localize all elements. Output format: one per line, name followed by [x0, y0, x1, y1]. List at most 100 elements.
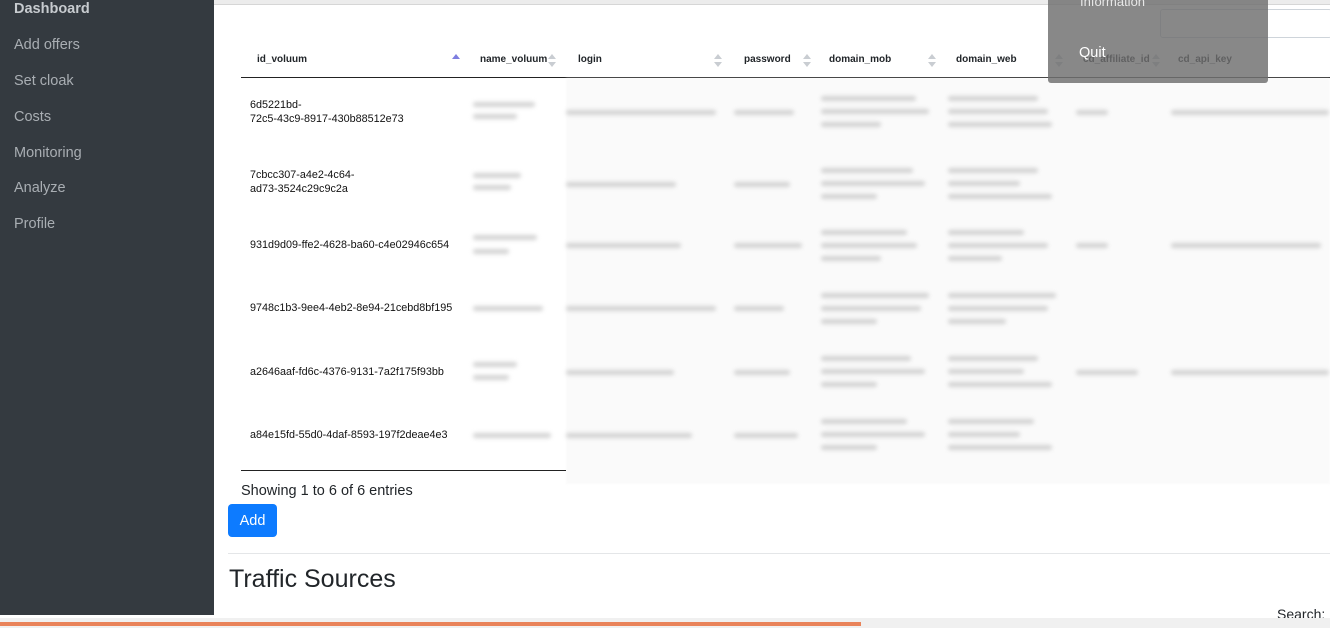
redacted-value	[1076, 370, 1138, 375]
redacted-value	[821, 109, 929, 114]
cell-text: 72c5-43c9-8917-430b88512e73	[250, 113, 404, 125]
redacted-value	[566, 370, 674, 375]
redacted-value	[948, 419, 1034, 424]
redacted-value	[473, 375, 509, 380]
redacted-value	[821, 356, 911, 361]
table-row: 7cbcc307-a4e2-4c64- ad73-3524c29c9c2a	[241, 152, 1330, 215]
column-label: login	[578, 54, 602, 65]
cell-id-voluum: a84e15fd-55d0-4daf-8593-197f2deae4e3	[250, 428, 465, 442]
redacted-value	[473, 362, 517, 367]
table-info: Showing 1 to 6 of 6 entries	[241, 483, 413, 499]
cell-text: 7cbcc307-a4e2-4c64-	[250, 169, 355, 181]
add-button[interactable]: Add	[228, 504, 277, 537]
sort-icon	[928, 54, 936, 68]
redacted-value	[948, 256, 1002, 261]
section-divider	[228, 553, 1330, 554]
sidebar: Dashboard Add offers Set cloak Costs Mon…	[0, 0, 214, 615]
cell-id-voluum: 6d5221bd- 72c5-43c9-8917-430b88512e73	[250, 98, 465, 126]
redacted-value	[948, 319, 1006, 324]
cell-text: 6d5221bd-	[250, 99, 302, 111]
cell-text: ad73-3524c29c9c2a	[250, 183, 348, 195]
sidebar-item-costs[interactable]: Costs	[14, 109, 51, 125]
column-header-id-voluum[interactable]: id_voluum	[257, 46, 462, 76]
column-label: domain_mob	[829, 54, 892, 65]
redacted-value	[821, 194, 877, 199]
column-label: password	[744, 54, 791, 65]
redacted-value	[821, 419, 907, 424]
redacted-value	[821, 168, 913, 173]
redacted-value	[948, 194, 1052, 199]
redacted-value	[1076, 110, 1108, 115]
redacted-value	[948, 96, 1038, 101]
redacted-value	[1171, 243, 1321, 248]
redacted-value	[734, 433, 798, 438]
redacted-value	[473, 249, 509, 254]
redacted-value	[948, 122, 1052, 127]
redacted-value	[566, 110, 716, 115]
redacted-value	[734, 306, 784, 311]
column-header-password[interactable]: password	[744, 46, 812, 76]
sort-icon	[548, 54, 556, 68]
redacted-value	[948, 445, 1052, 450]
column-header-domain-mob[interactable]: domain_mob	[829, 46, 937, 76]
redacted-value	[1171, 110, 1329, 115]
redacted-value	[734, 110, 794, 115]
menu-item-information[interactable]: Information	[1080, 0, 1145, 9]
redacted-value	[948, 243, 1048, 248]
sidebar-item-set-cloak[interactable]: Set cloak	[14, 73, 74, 89]
redacted-value	[1171, 370, 1329, 375]
redacted-value	[734, 370, 790, 375]
redacted-value	[473, 235, 537, 240]
redacted-value	[821, 432, 925, 437]
redacted-value	[473, 185, 511, 190]
redacted-value	[566, 433, 692, 438]
column-label: domain_web	[956, 54, 1017, 65]
redacted-value	[948, 369, 1024, 374]
redacted-value	[821, 445, 877, 450]
redacted-value	[473, 114, 517, 119]
redacted-value	[948, 181, 1020, 186]
redacted-value	[948, 293, 1056, 298]
redacted-value	[821, 230, 907, 235]
sidebar-item-profile[interactable]: Profile	[14, 216, 55, 232]
redacted-value	[948, 356, 1038, 361]
column-header-login[interactable]: login	[578, 46, 723, 76]
sidebar-item-analyze[interactable]: Analyze	[14, 180, 66, 196]
redacted-value	[821, 181, 925, 186]
redacted-value	[473, 173, 521, 178]
redacted-value	[948, 168, 1038, 173]
cell-text: a84e15fd-55d0-4daf-8593-197f2deae4e3	[250, 429, 448, 441]
table-row: 931d9d09-ffe2-4628-ba60-c4e02946c654	[241, 214, 1330, 277]
redacted-value	[821, 306, 921, 311]
user-dropdown-menu: Information Quit	[1048, 0, 1268, 83]
cell-id-voluum: 7cbcc307-a4e2-4c64- ad73-3524c29c9c2a	[250, 168, 465, 196]
column-label: name_voluum	[480, 54, 548, 65]
cell-text: 931d9d09-ffe2-4628-ba60-c4e02946c654	[250, 239, 450, 251]
redacted-value	[821, 382, 877, 387]
sort-ascending-icon	[452, 54, 460, 68]
redacted-value	[821, 319, 877, 324]
menu-item-quit[interactable]: Quit	[1079, 45, 1106, 61]
column-header-name-voluum[interactable]: name_voluum	[480, 46, 558, 76]
redacted-value	[566, 182, 676, 187]
cell-id-voluum: 931d9d09-ffe2-4628-ba60-c4e02946c654	[250, 238, 465, 252]
redacted-value	[566, 243, 681, 248]
redacted-value	[821, 243, 917, 248]
redacted-value	[948, 306, 1048, 311]
cell-text: a2646aaf-fd6c-4376-9131-7a2f175f93bb	[250, 366, 444, 378]
table-row: a2646aaf-fd6c-4376-9131-7a2f175f93bb	[241, 340, 1330, 403]
cell-id-voluum: 9748c1b3-9ee4-4eb2-8e94-21cebd8bf195	[250, 301, 470, 315]
sidebar-item-dashboard[interactable]: Dashboard	[14, 1, 90, 17]
redacted-value	[1076, 243, 1108, 248]
redacted-value	[734, 243, 802, 248]
table-row: a84e15fd-55d0-4daf-8593-197f2deae4e3	[241, 403, 1330, 466]
redacted-value	[821, 293, 929, 298]
redacted-value	[948, 382, 1052, 387]
sidebar-item-monitoring[interactable]: Monitoring	[14, 145, 82, 161]
redacted-value	[948, 230, 1024, 235]
redacted-value	[821, 256, 881, 261]
cell-id-voluum: a2646aaf-fd6c-4376-9131-7a2f175f93bb	[250, 365, 465, 379]
sidebar-item-add-offers[interactable]: Add offers	[14, 37, 80, 53]
column-label: id_voluum	[257, 54, 308, 65]
page-load-progress-bar	[0, 622, 861, 626]
